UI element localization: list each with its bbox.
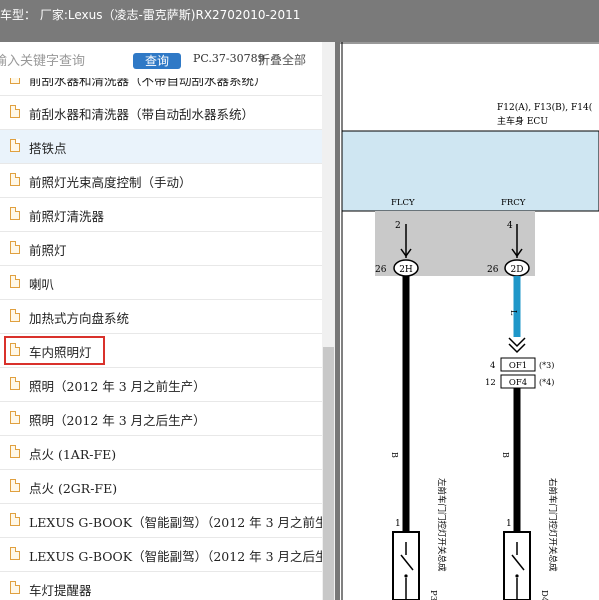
topic-list: 前刮水器和清洗器（不带自动刮水器系统） 前刮水器和清洗器（带自动刮水器系统） 搭铁点…	[0, 78, 322, 600]
document-icon	[10, 479, 20, 492]
wiring-diagram-panel: F12(A), F13(B), F14( 主车身 ECU FLCY FRCY 2…	[335, 42, 599, 600]
diagram-top-rule	[340, 42, 599, 44]
left-panel: 查询 PC.37-30789 折叠全部 前刮水器和清洗器（不带自动刮水器系统）前…	[0, 42, 335, 600]
switch-left-code: P3	[428, 590, 438, 600]
document-icon	[10, 377, 20, 390]
document-icon	[10, 275, 20, 288]
connector-of4-pin: 12	[485, 378, 496, 388]
list-item[interactable]: 前刮水器和清洗器（不带自动刮水器系统）	[0, 78, 322, 96]
search-input[interactable]	[0, 51, 124, 71]
list-item-label: 前刮水器和清洗器（不带自动刮水器系统）	[29, 78, 267, 88]
list-item-label: 照明（2012 年 3 月之后生产）	[29, 413, 206, 428]
document-icon	[10, 547, 20, 560]
list-item-label: LEXUS G-BOOK（智能副驾）（2012 年 3 月之后生	[29, 549, 322, 564]
ecu-block	[341, 130, 599, 212]
list-item-label: 前刮水器和清洗器（带自动刮水器系统）	[29, 107, 255, 122]
wiring-diagram: F12(A), F13(B), F14( 主车身 ECU FLCY FRCY 2…	[335, 42, 599, 600]
list-item-label: 前照灯清洗器	[29, 209, 105, 224]
terminal-flcy: FLCY	[391, 198, 415, 208]
list-item-label: 加热式方向盘系统	[29, 311, 130, 326]
pin-right-26: 26	[487, 265, 499, 275]
terminal-frcy: FRCY	[501, 198, 526, 208]
selection-highlight-box	[4, 336, 105, 365]
list-item-label: 前照灯光束高度控制（手动）	[29, 175, 192, 190]
document-icon	[10, 513, 20, 526]
list-item[interactable]: 加热式方向盘系统	[0, 300, 322, 334]
list-item[interactable]: 点火 (1AR-FE)	[0, 436, 322, 470]
title-bar: 车型： 厂家:Lexus（凌志-雷克萨斯)RX2702010-2011	[0, 0, 599, 42]
list-item[interactable]: 搭铁点	[0, 130, 322, 164]
switch-right-code: D4	[539, 590, 549, 600]
list-item[interactable]: 照明（2012 年 3 月之前生产）	[0, 368, 322, 402]
panel-border	[335, 42, 340, 600]
document-icon	[10, 411, 20, 424]
document-icon	[10, 309, 20, 322]
collapse-all-link[interactable]: 折叠全部	[258, 51, 306, 68]
list-item-label: 点火 (1AR-FE)	[29, 447, 117, 462]
list-item[interactable]: LEXUS G-BOOK（智能副驾）（2012 年 3 月之后生	[0, 538, 322, 572]
list-item[interactable]: 照明（2012 年 3 月之后生产）	[0, 402, 322, 436]
list-item[interactable]: 前照灯光束高度控制（手动）	[0, 164, 322, 198]
list-item[interactable]: 前刮水器和清洗器（带自动刮水器系统）	[0, 96, 322, 130]
pin-right: 4	[507, 221, 513, 231]
ecu-name-text: 主车身 ECU	[497, 115, 548, 127]
document-icon	[10, 581, 20, 594]
list-item[interactable]: 车灯提醒器	[0, 572, 322, 600]
switch-left-pin: 1	[395, 519, 401, 529]
document-icon	[10, 207, 20, 220]
list-item-label: 喇叭	[29, 277, 55, 292]
switch-right-label: 右前车门门控灯开关总成	[547, 478, 558, 572]
query-button[interactable]: 查询	[133, 53, 181, 69]
search-bar: 查询 PC.37-30789 折叠全部	[0, 42, 335, 78]
list-item-label: 点火 (2GR-FE)	[29, 481, 118, 496]
window-title: 车型： 厂家:Lexus（凌志-雷克萨斯)RX2702010-2011	[0, 8, 301, 22]
document-icon	[10, 78, 20, 84]
switch-left-label: 左前车门门控灯开关总成	[436, 478, 447, 572]
switch-right-pin: 1	[506, 519, 512, 529]
connector-2d-label: 2D	[511, 265, 524, 275]
connector-of4-note: (*4)	[539, 378, 554, 387]
wire-b-left-label: B	[390, 452, 399, 458]
list-item-label: LEXUS G-BOOK（智能副驾）（2012 年 3 月之前生	[29, 515, 322, 530]
connector-2h-label: 2H	[399, 265, 413, 275]
pin-left-26: 26	[375, 265, 387, 275]
list-item-label: 车灯提醒器	[29, 583, 92, 598]
list-item-label: 照明（2012 年 3 月之前生产）	[29, 379, 206, 394]
scrollbar-thumb[interactable]	[323, 347, 334, 600]
connector-of1-note: (*3)	[539, 361, 554, 370]
wire-b-right-label: B	[501, 452, 510, 458]
wire-l-label: L	[509, 310, 518, 316]
list-item[interactable]: 车内照明灯	[0, 334, 322, 368]
document-icon	[10, 173, 20, 186]
list-item[interactable]: 点火 (2GR-FE)	[0, 470, 322, 504]
document-icon	[10, 241, 20, 254]
connector-of1-pin: 4	[490, 361, 495, 371]
document-icon	[10, 105, 20, 118]
ecu-connectors-text: F12(A), F13(B), F14(	[497, 102, 592, 113]
connector-of1-label: OF1	[509, 361, 527, 371]
chevron-icon-upper	[508, 337, 526, 348]
list-item[interactable]: 前照灯清洗器	[0, 198, 322, 232]
pc-code-text: PC.37-30789	[193, 52, 265, 65]
list-item[interactable]: 前照灯	[0, 232, 322, 266]
pin-left: 2	[395, 221, 401, 231]
document-icon	[10, 445, 20, 458]
list-item[interactable]: LEXUS G-BOOK（智能副驾）（2012 年 3 月之前生	[0, 504, 322, 538]
list-item-label: 搭铁点	[29, 141, 67, 156]
list-item[interactable]: 喇叭	[0, 266, 322, 300]
list-scrollbar[interactable]	[322, 42, 335, 600]
connector-of4-label: OF4	[509, 378, 527, 388]
document-icon	[10, 139, 20, 152]
list-item-label: 前照灯	[29, 243, 67, 258]
